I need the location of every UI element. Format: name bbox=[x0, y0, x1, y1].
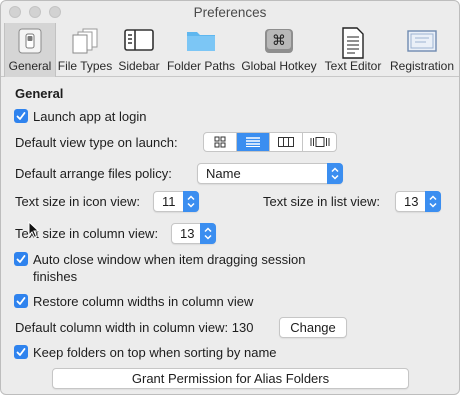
tab-sidebar[interactable]: Sidebar bbox=[115, 23, 163, 77]
column-view-icon bbox=[278, 137, 294, 147]
up-down-arrows-icon bbox=[200, 223, 216, 244]
file-types-icon bbox=[69, 27, 101, 60]
tab-general-label: General bbox=[8, 59, 52, 73]
mouse-cursor-icon bbox=[28, 221, 40, 239]
up-down-arrows-icon bbox=[425, 191, 441, 212]
tab-global-hotkey[interactable]: ⌘ Global Hotkey bbox=[239, 23, 319, 77]
certificate-icon bbox=[406, 27, 438, 58]
view-type-segmented-control bbox=[203, 132, 337, 152]
up-down-arrows-icon bbox=[327, 163, 343, 184]
checkmark-icon bbox=[16, 112, 26, 120]
tab-folder-paths[interactable]: Folder Paths bbox=[165, 23, 237, 77]
checkmark-icon bbox=[16, 255, 26, 263]
checkmark-icon bbox=[16, 297, 26, 305]
list-text-size-value: 13 bbox=[404, 194, 419, 209]
preferences-toolbar: General File Types Sidebar Folder Paths bbox=[1, 23, 459, 77]
arrange-policy-value: Name bbox=[206, 166, 241, 181]
zoom-window-button[interactable] bbox=[49, 6, 61, 18]
general-pane: General Launch app at login Default view… bbox=[1, 78, 459, 394]
sidebar-icon bbox=[123, 27, 155, 56]
tab-text-editor[interactable]: Text Editor bbox=[321, 23, 385, 77]
column-text-size-select[interactable]: 13 bbox=[171, 223, 216, 244]
auto-close-checkbox[interactable] bbox=[14, 252, 28, 266]
launch-at-login-label: Launch app at login bbox=[33, 109, 147, 124]
tab-global-hotkey-label: Global Hotkey bbox=[241, 59, 317, 73]
general-switch-icon bbox=[17, 27, 43, 58]
window-title: Preferences bbox=[193, 5, 267, 20]
preferences-window: Preferences General File Types Sidebar F… bbox=[0, 0, 460, 395]
restore-column-widths-label: Restore column widths in column view bbox=[33, 294, 254, 309]
icon-view-segment[interactable] bbox=[204, 133, 237, 151]
list-view-icon bbox=[246, 137, 260, 147]
auto-close-label-line1: Auto close window when item dragging ses… bbox=[33, 252, 306, 267]
folders-on-top-checkbox[interactable] bbox=[14, 345, 28, 359]
arrange-policy-label: Default arrange files policy: bbox=[15, 166, 172, 181]
tab-registration[interactable]: Registration bbox=[387, 23, 457, 77]
section-title: General bbox=[15, 86, 64, 101]
tab-text-editor-label: Text Editor bbox=[324, 59, 382, 73]
change-column-width-button[interactable]: Change bbox=[279, 317, 347, 338]
icon-text-size-value: 11 bbox=[162, 194, 176, 209]
list-text-size-label: Text size in list view: bbox=[263, 194, 381, 209]
column-width-label: Default column width in column view: 130 bbox=[15, 320, 254, 335]
tab-registration-label: Registration bbox=[389, 59, 455, 73]
auto-close-label-line2: finishes bbox=[33, 269, 78, 284]
list-view-segment[interactable] bbox=[237, 133, 270, 151]
tab-file-types-label: File Types bbox=[57, 59, 113, 73]
restore-column-widths-checkbox[interactable] bbox=[14, 294, 28, 308]
tab-file-types[interactable]: File Types bbox=[57, 23, 113, 77]
gallery-view-segment[interactable] bbox=[303, 133, 336, 151]
icon-view-icon bbox=[214, 136, 226, 148]
grant-permission-button[interactable]: Grant Permission for Alias Folders bbox=[52, 368, 409, 389]
folders-on-top-label: Keep folders on top when sorting by name bbox=[33, 345, 277, 360]
icon-text-size-select[interactable]: 11 bbox=[153, 191, 199, 212]
gallery-view-icon bbox=[310, 137, 329, 147]
column-text-size-value: 13 bbox=[180, 226, 195, 241]
text-document-icon bbox=[340, 27, 366, 62]
default-view-label: Default view type on launch: bbox=[15, 135, 178, 150]
column-view-segment[interactable] bbox=[270, 133, 303, 151]
up-down-arrows-icon bbox=[183, 191, 199, 212]
list-text-size-select[interactable]: 13 bbox=[395, 191, 441, 212]
arrange-policy-select[interactable]: Name bbox=[197, 163, 343, 184]
launch-at-login-checkbox[interactable] bbox=[14, 109, 28, 123]
command-key-icon: ⌘ bbox=[263, 27, 295, 58]
tab-folder-paths-label: Folder Paths bbox=[166, 59, 236, 73]
close-window-button[interactable] bbox=[9, 6, 21, 18]
icon-text-size-label: Text size in icon view: bbox=[15, 194, 140, 209]
checkmark-icon bbox=[16, 348, 26, 356]
folder-icon bbox=[185, 27, 217, 56]
tab-general[interactable]: General bbox=[4, 23, 56, 77]
svg-text:⌘: ⌘ bbox=[272, 33, 286, 49]
minimize-window-button[interactable] bbox=[29, 6, 41, 18]
tab-sidebar-label: Sidebar bbox=[118, 59, 160, 73]
